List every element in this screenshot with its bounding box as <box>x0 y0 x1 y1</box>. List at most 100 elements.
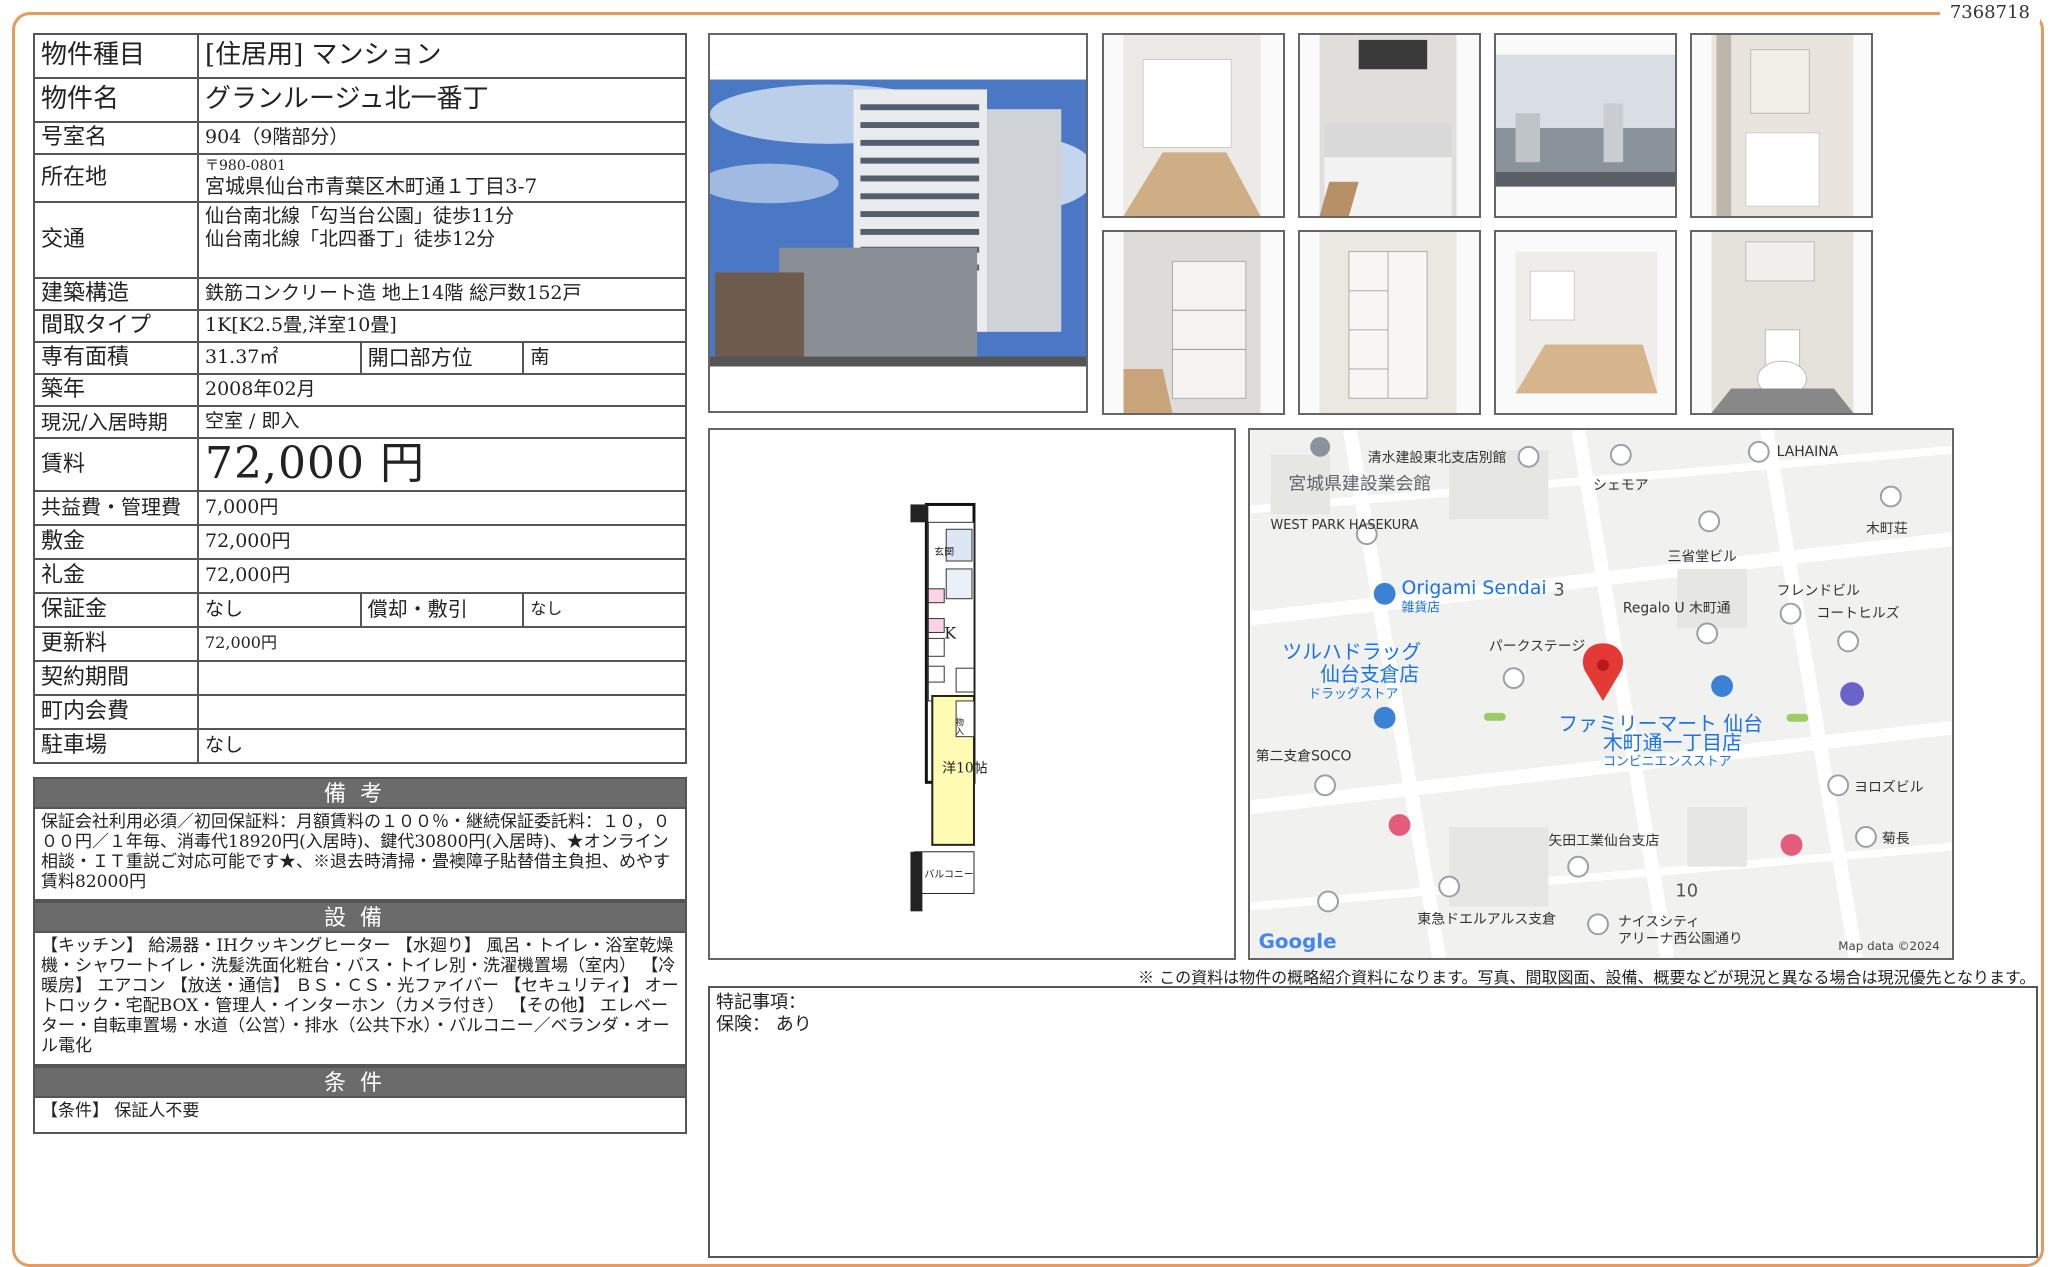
map-label-2: 宮城県建設業会館 <box>1288 474 1431 495</box>
map-label-1: 清水建設東北支店別館 <box>1368 450 1507 466</box>
fee-value: 7,000円 <box>197 489 687 526</box>
access-cell: 仙台南北線「勾当台公園」徒歩11分 仙台南北線「北四番丁」徒歩12分 <box>197 201 687 279</box>
renewal-value: 72,000円 <box>197 625 687 662</box>
postal-code: 〒980-0801 <box>205 158 287 174</box>
closet-photo <box>1298 230 1481 415</box>
access-label: 交通 <box>33 201 199 279</box>
room-photo-1 <box>1102 33 1285 218</box>
facing-value: 南 <box>522 341 687 375</box>
area-label: 専有面積 <box>33 341 199 375</box>
parking-value: なし <box>197 727 687 764</box>
rent-label: 賃料 <box>33 437 199 492</box>
type-label: 物件種目 <box>33 33 199 79</box>
assoc-label: 町内会費 <box>33 693 199 730</box>
equipment-text: 【キッチン】 給湯器・IHクッキングヒーター 【水廻り】 風呂・トイレ・浴室乾燥… <box>33 933 687 1066</box>
map-label-27: ナイスシティ <box>1618 914 1700 930</box>
fee-label: 共益費・管理費 <box>33 489 199 526</box>
equipment-heading: 設備 <box>33 901 687 933</box>
key-money-value: 72,000円 <box>197 557 687 594</box>
address-label: 所在地 <box>33 153 199 203</box>
document-id: 7368718 <box>1939 2 2040 23</box>
disclaimer-text: ※ この資料は物件の概略紹介資料になります。写真、間取図面、設備、概要などが現況… <box>1138 968 2036 987</box>
fp-room: 洋10帖 <box>942 760 988 776</box>
map-attribution: Map data ©2024 <box>1838 939 1940 953</box>
room-value: 904（9階部分） <box>197 121 687 155</box>
notes-box: 特記事項： 保険： あり <box>708 986 2038 1258</box>
renewal-label: 更新料 <box>33 625 199 662</box>
property-spec-table: 物件種目 [住居用] マンション 物件名 グランルージュ北一番丁 号室名 904（9階… <box>33 33 687 764</box>
built-label: 築年 <box>33 373 199 407</box>
room-photo-2 <box>1494 230 1677 415</box>
name-value: グランルージュ北一番丁 <box>197 77 687 123</box>
map-label-7: 三省堂ビル <box>1667 549 1737 565</box>
contract-value <box>197 659 687 696</box>
map-label-22: ヨロズビル <box>1854 779 1924 795</box>
name-label: 物件名 <box>33 77 199 123</box>
facing-label: 開口部方位 <box>359 341 525 375</box>
map-label-21: 第二支倉SOCO <box>1256 747 1352 764</box>
map-label-12: Regalo U 木町通 <box>1623 601 1731 617</box>
layout-label: 間取タイプ <box>33 309 199 343</box>
map-label-11: フレンドビル <box>1777 583 1860 599</box>
map-label-23: 矢田工業仙台支店 <box>1548 833 1659 849</box>
fp-entrance: 玄関 <box>934 545 954 558</box>
area-value: 31.37㎡ <box>197 341 362 375</box>
contract-label: 契約期間 <box>33 659 199 696</box>
map-label-4: LAHAINA <box>1777 444 1839 460</box>
room-label: 号室名 <box>33 121 199 155</box>
status-label: 現況/入居時期 <box>33 405 199 439</box>
rent-value: 72,000 円 <box>197 437 687 492</box>
deposit-label: 敷金 <box>33 523 199 560</box>
address-value: 宮城県仙台市青葉区木町通１丁目3-7 <box>205 174 538 198</box>
map-label-16: ドラッグストア <box>1308 687 1398 702</box>
type-value: [住居用] マンション <box>197 33 687 79</box>
fp-kitchen: K <box>944 623 957 642</box>
map-label-3: シェモア <box>1593 478 1649 494</box>
area-map: 清水建設東北支店別館 宮城県建設業会館 シェモア LAHAINA WEST PA… <box>1248 428 1954 960</box>
map-label-17: パークステージ <box>1489 638 1586 654</box>
map-label-20: コンビニエンスストア <box>1603 754 1732 769</box>
guarantee-value: なし <box>197 591 362 628</box>
map-label-6: 木町荘 <box>1866 521 1908 537</box>
building-exterior-photo <box>708 33 1088 413</box>
map-label-28: アリーナ西公園通り <box>1618 931 1743 947</box>
view-photo <box>1494 33 1677 218</box>
assoc-value <box>197 693 687 730</box>
structure-label: 建築構造 <box>33 277 199 311</box>
status-value: 空室 / 即入 <box>197 405 687 439</box>
map-label-26: 東急ドエルアルス支倉 <box>1417 911 1556 927</box>
access-line-2: 仙台南北線「北四番丁」徒歩12分 <box>205 227 496 250</box>
guarantee-label: 保証金 <box>33 591 199 628</box>
map-label-19: 木町通一丁目店 <box>1603 732 1742 755</box>
fp-balcony: バルコニー <box>924 869 973 881</box>
toilet-photo <box>1690 230 1873 415</box>
map-label-8: Origami Sendai <box>1402 578 1547 599</box>
google-logo: Google <box>1259 930 1337 953</box>
access-line-1: 仙台南北線「勾当台公園」徒歩11分 <box>205 205 515 227</box>
parking-label: 駐車場 <box>33 727 199 764</box>
storage-photo <box>1102 230 1285 415</box>
amort-value: なし <box>522 591 687 628</box>
address-cell: 〒980-0801 宮城県仙台市青葉区木町通１丁目3-7 <box>197 153 687 203</box>
remarks-text: 保証会社利用必須／初回保証料：月額賃料の１００％・継続保証委託料：１０，０００円… <box>33 809 687 901</box>
map-label-15: 仙台支倉店 <box>1320 663 1419 686</box>
kitchen-photo <box>1298 33 1481 218</box>
floor-plan: 玄関 K 物入 洋10帖 バルコニー <box>708 428 1236 960</box>
special-notes-label: 特記事項： <box>716 992 806 1013</box>
washroom-photo <box>1690 33 1873 218</box>
key-money-label: 礼金 <box>33 557 199 594</box>
layout-value: 1K[K2.5畳,洋室10畳] <box>197 309 687 343</box>
amort-label: 償却・敷引 <box>359 591 525 628</box>
fp-closet: 物入 <box>953 717 963 736</box>
deposit-value: 72,000円 <box>197 523 687 560</box>
insurance-text: 保険： あり <box>716 1014 812 1035</box>
map-label-9: 雑貨店 <box>1402 600 1441 616</box>
map-label-5: WEST PARK HASEKURA <box>1271 518 1419 533</box>
structure-value: 鉄筋コンクリート造 地上14階 総戸数152戸 <box>197 277 687 311</box>
conditions-heading: 条件 <box>33 1066 687 1098</box>
map-label-24: 菊長 <box>1882 831 1910 847</box>
map-label-13: コートヒルズ <box>1816 606 1899 622</box>
built-value: 2008年02月 <box>197 373 687 407</box>
conditions-text: 【条件】 保証人不要 <box>33 1098 687 1134</box>
map-label-25: 10 <box>1675 880 1698 901</box>
